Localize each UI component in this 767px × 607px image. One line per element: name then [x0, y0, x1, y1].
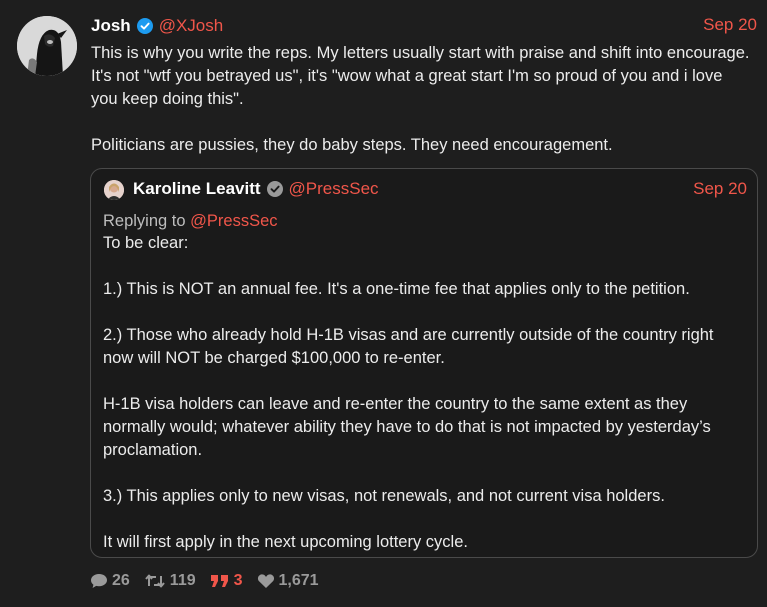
replying-label: Replying to [103, 212, 186, 230]
quoted-header: Karoline Leavitt @PressSec [133, 178, 379, 200]
reply-button[interactable]: 26 [90, 571, 130, 591]
reply-count: 26 [112, 572, 130, 589]
replying-mention[interactable]: @PressSec [190, 212, 277, 230]
author-handle[interactable]: @XJosh [159, 15, 224, 37]
like-button[interactable]: 1,671 [257, 571, 319, 591]
quoted-tweet[interactable]: Karoline Leavitt @PressSec Sep 20 Replyi… [90, 168, 758, 558]
quote-marks-icon [210, 575, 228, 587]
tweet-card: Josh @XJosh Sep 20 This is why you write… [0, 0, 767, 607]
quoted-date[interactable]: Sep 20 [693, 178, 747, 200]
quoted-paragraph: 1.) This is NOT an annual fee. It's a on… [103, 280, 690, 298]
author-name[interactable]: Josh [91, 15, 131, 37]
hooded-figure-avatar-icon [17, 16, 77, 76]
gray-verified-icon [266, 181, 283, 197]
quoted-author-avatar[interactable] [104, 180, 124, 200]
reply-bubble-icon [91, 574, 107, 588]
tweet-paragraph: This is why you write the reps. My lette… [91, 44, 750, 108]
quote-count: 3 [233, 572, 243, 589]
heart-icon [257, 574, 274, 588]
quoted-paragraph: 3.) This applies only to new visas, not … [103, 487, 665, 505]
replying-to: Replying to @PressSec [103, 210, 278, 232]
tweet-date[interactable]: Sep 20 [703, 14, 757, 36]
author-avatar[interactable] [17, 16, 77, 76]
tweet-actions: 26 119 3 1,671 [90, 571, 333, 591]
tweet-text: This is why you write the reps. My lette… [91, 42, 751, 157]
retweet-icon [145, 574, 165, 588]
like-count: 1,671 [278, 572, 319, 589]
retweet-button[interactable]: 119 [144, 571, 196, 591]
person-avatar-icon [104, 180, 124, 200]
quoted-paragraph: To be clear: [103, 234, 189, 252]
quoted-text: To be clear: 1.) This is NOT an annual f… [103, 232, 748, 554]
quote-tweets-button[interactable]: 3 [210, 571, 243, 591]
quoted-paragraph: 2.) Those who already hold H-1B visas an… [103, 326, 714, 367]
tweet-header: Josh @XJosh [91, 14, 223, 38]
quoted-author-handle[interactable]: @PressSec [289, 178, 379, 200]
verified-badge-icon [136, 18, 153, 34]
quoted-paragraph: H-1B visa holders can leave and re-enter… [103, 395, 711, 459]
retweet-count: 119 [169, 572, 196, 589]
tweet-paragraph: Politicians are pussies, they do baby st… [91, 136, 613, 154]
quoted-author-name[interactable]: Karoline Leavitt [133, 178, 261, 200]
quoted-paragraph: It will first apply in the next upcoming… [103, 533, 468, 551]
